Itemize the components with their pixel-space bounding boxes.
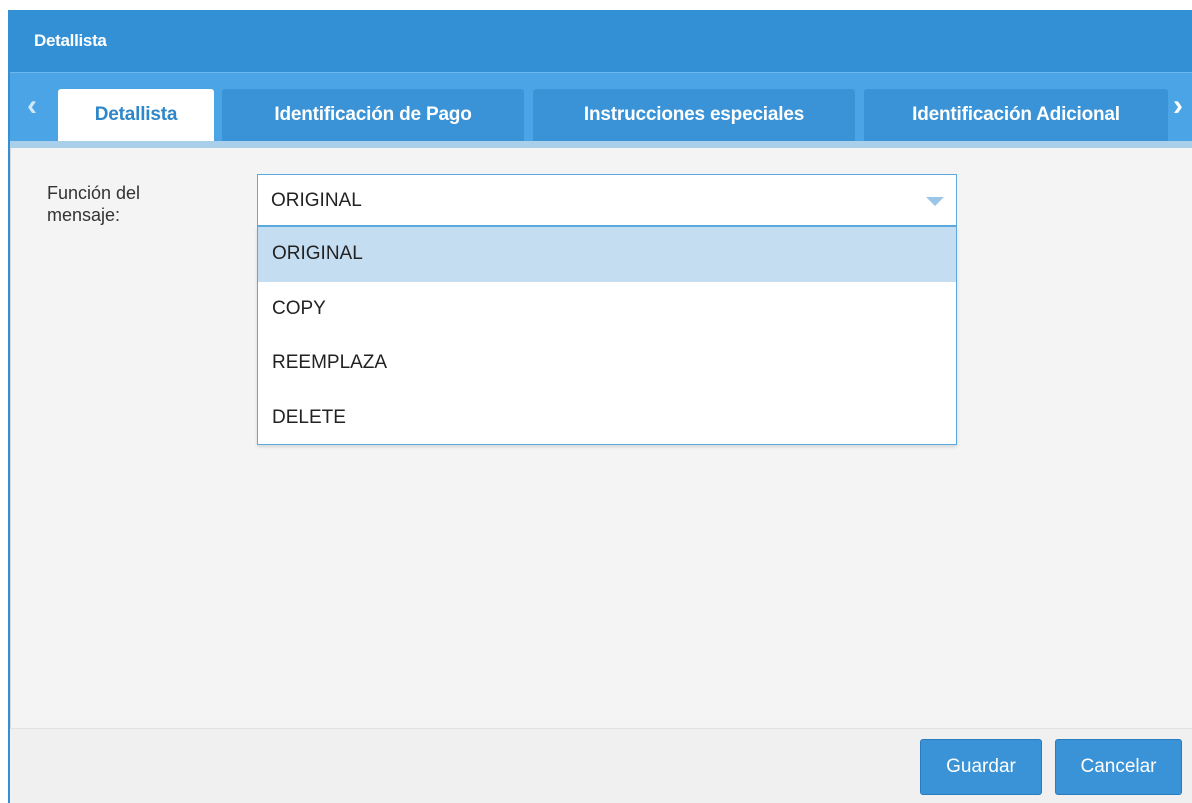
- option-label: ORIGINAL: [272, 243, 363, 265]
- tab-identificacion-de-pago[interactable]: Identificación de Pago: [222, 89, 524, 141]
- message-function-dropdown: ORIGINAL COPY REEMPLAZA DELETE: [257, 226, 957, 445]
- tab-identificacion-adicional[interactable]: Identificación Adicional: [864, 89, 1168, 141]
- select-current-value: ORIGINAL: [271, 190, 362, 211]
- cancel-button[interactable]: Cancelar: [1055, 739, 1182, 795]
- message-function-label: Función del mensaje:: [47, 183, 141, 225]
- tab-bar: ‹ Detallista Identificación de Pago Inst…: [10, 72, 1192, 154]
- chevron-left-icon[interactable]: ‹: [22, 91, 42, 125]
- tab-detallista[interactable]: Detallista: [58, 89, 214, 141]
- tab-label: Detallista: [94, 104, 178, 125]
- tab-content-panel: Función del mensaje: ORIGINAL ORIGINAL C…: [10, 148, 1192, 728]
- tab-label: Identificación de Pago: [274, 104, 472, 125]
- dialog-window: Detallista ‹ Detallista Identificación d…: [8, 10, 1192, 803]
- dropdown-option-copy[interactable]: COPY: [258, 282, 956, 337]
- option-label: DELETE: [272, 406, 346, 428]
- dropdown-option-delete[interactable]: DELETE: [258, 391, 956, 446]
- dialog-titlebar: Detallista: [8, 10, 1192, 72]
- tab-label: Instrucciones especiales: [583, 104, 805, 125]
- tab-label: Identificación Adicional: [912, 104, 1120, 125]
- message-function-select[interactable]: ORIGINAL: [257, 174, 957, 226]
- dialog-title: Detallista: [34, 31, 107, 50]
- dropdown-option-original[interactable]: ORIGINAL: [258, 227, 956, 282]
- option-label: REEMPLAZA: [272, 352, 388, 374]
- tab-instrucciones-especiales[interactable]: Instrucciones especiales: [533, 89, 855, 141]
- option-label: COPY: [272, 297, 326, 319]
- chevron-down-icon[interactable]: [926, 197, 944, 206]
- save-button[interactable]: Guardar: [920, 739, 1042, 795]
- dialog-footer: Guardar Cancelar: [10, 728, 1192, 803]
- chevron-right-icon[interactable]: ›: [1168, 91, 1188, 125]
- dropdown-option-reemplaza[interactable]: REEMPLAZA: [258, 336, 956, 391]
